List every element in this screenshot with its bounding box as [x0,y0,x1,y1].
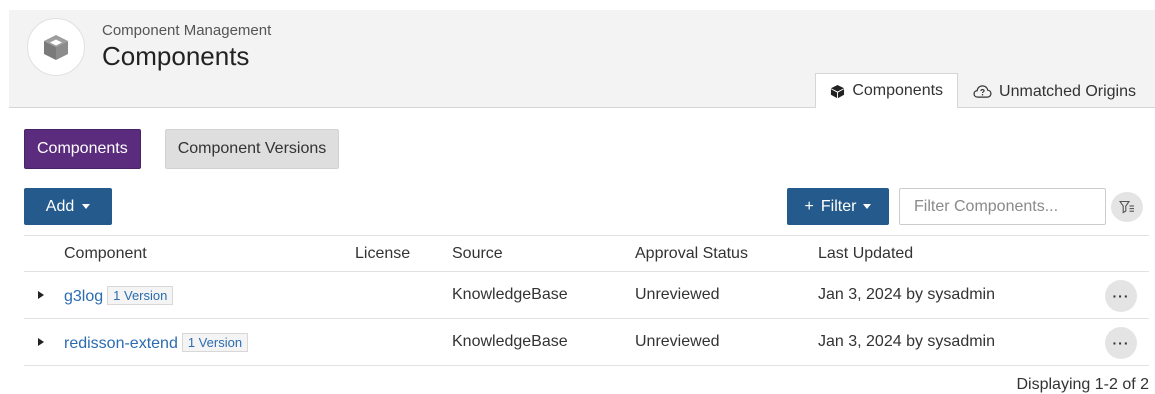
component-versions-toggle-button[interactable]: Component Versions [164,129,340,169]
caret-down-icon [863,204,872,209]
expand-row-icon[interactable] [38,291,44,299]
version-count-badge[interactable]: 1 Version [181,333,249,352]
page-title: Components [102,41,250,71]
source-cell: KnowledgeBase [452,333,568,350]
version-count-badge[interactable]: 1 Version [107,286,174,305]
pagination-count: Displaying 1-2 of 2 [1016,376,1149,393]
filter-clear-icon[interactable] [1111,192,1143,222]
components-toggle-button[interactable]: Components [24,129,141,169]
tab-label: Components [852,82,944,99]
column-header-approval-status[interactable]: Approval Status [635,245,748,263]
cube-icon [830,84,845,99]
view-toggle: Components Component Versions [24,129,340,169]
add-button-label: Add [45,197,75,215]
approval-status-cell: Unreviewed [635,286,720,303]
column-header-license[interactable]: License [355,245,410,263]
expand-row-icon[interactable] [38,338,44,346]
column-header-component[interactable]: Component [64,245,147,263]
filter-components-input[interactable] [899,188,1106,225]
last-updated-cell: Jan 3, 2024 by sysadmin [818,286,995,303]
row-actions-button[interactable]: ··· [1105,280,1137,312]
row-actions-button[interactable]: ··· [1105,327,1137,359]
tab-components[interactable]: Components [815,73,959,108]
header-tabs: Components Unmatched Origins [815,73,1151,108]
filter-button-label: Filter [820,197,857,215]
tab-unmatched-origins[interactable]: Unmatched Origins [958,74,1151,108]
component-name-cell: redisson-extend 1 Version [64,333,249,353]
table-header: Component License Source Approval Status… [24,235,1149,272]
filter-button[interactable]: + Filter [787,188,889,225]
component-link[interactable]: redisson-extend [64,335,178,352]
approval-status-cell: Unreviewed [635,333,720,350]
cloud-question-icon [973,84,992,99]
last-updated-cell: Jan 3, 2024 by sysadmin [818,333,995,350]
source-cell: KnowledgeBase [452,286,568,303]
table-row: redisson-extend 1 Version KnowledgeBase U… [24,319,1149,366]
tab-label: Unmatched Origins [999,82,1136,100]
component-link[interactable]: g3log [64,288,103,305]
table-row: g3log 1 Version KnowledgeBase Unreviewed … [24,272,1149,319]
components-table: Component License Source Approval Status… [24,235,1149,366]
plus-icon: + [804,197,814,215]
column-header-last-updated[interactable]: Last Updated [818,245,913,263]
cube-icon [27,18,85,76]
caret-down-icon [82,204,91,209]
breadcrumb: Component Management [102,22,272,39]
column-header-source[interactable]: Source [452,245,503,263]
page-header: Component Management Components Componen… [9,10,1155,108]
component-name-cell: g3log 1 Version [64,286,174,306]
add-button[interactable]: Add [24,188,112,225]
